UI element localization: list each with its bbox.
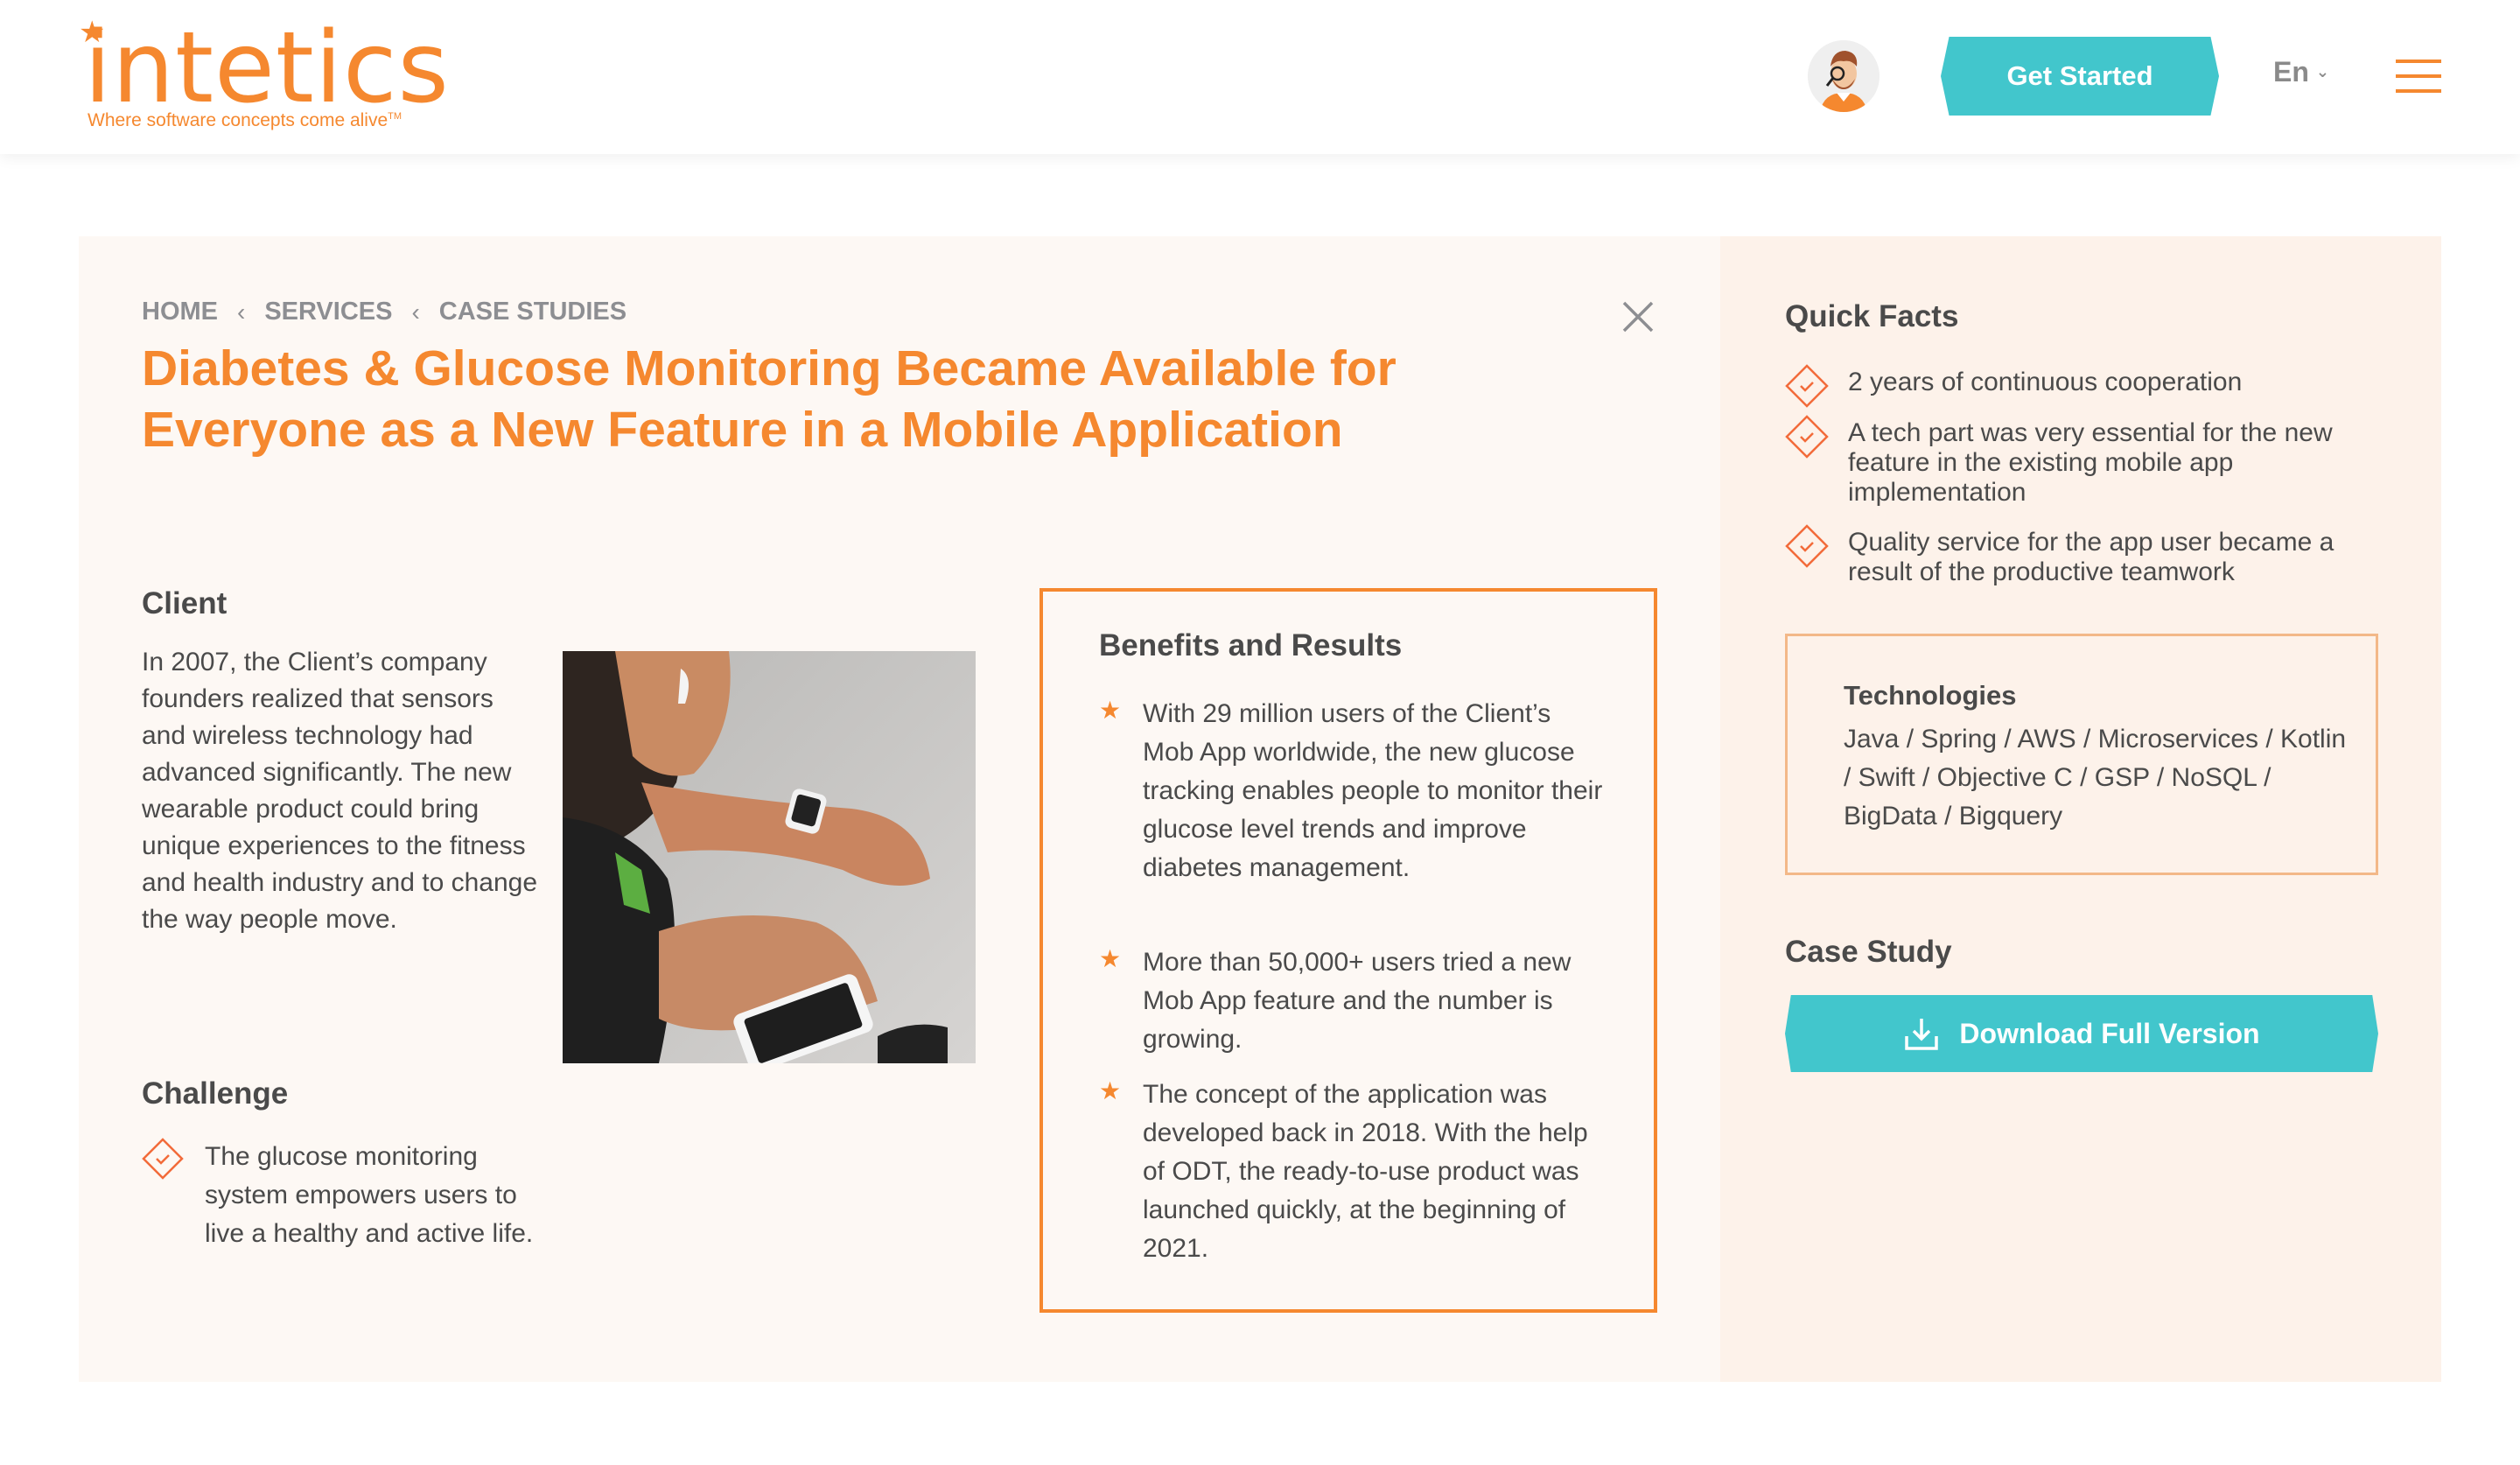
challenge-text: The glucose monitoring system empowers u… (205, 1142, 534, 1248)
technologies-box: Technologies Java / Spring / AWS / Micro… (1785, 634, 2378, 875)
diamond-check-icon (1785, 524, 1829, 568)
breadcrumb-home[interactable]: HOME (142, 298, 218, 326)
challenge-item: The glucose monitoring system empowers u… (142, 1138, 553, 1253)
diamond-check-icon (1785, 364, 1829, 408)
case-study-main-panel: HOME ‹ SERVICES ‹ CASE STUDIES Diabetes … (79, 236, 1720, 1382)
quick-fact-item: Quality service for the app user became … (1785, 524, 2380, 587)
case-study-heading: Case Study (1785, 935, 1952, 969)
technologies-heading: Technologies (1844, 680, 2017, 711)
quick-fact-item: A tech part was very essential for the n… (1785, 415, 2380, 508)
benefit-text: With 29 million users of the Client’s Mo… (1143, 699, 1603, 882)
client-description: In 2007, the Client’s company founders r… (142, 648, 538, 934)
download-label: Download Full Version (1959, 1017, 2260, 1049)
breadcrumb-case-studies[interactable]: CASE STUDIES (439, 298, 626, 326)
technologies-list: Java / Spring / AWS / Microservices / Ko… (1844, 725, 2347, 831)
quick-facts-sidebar: Quick Facts 2 years of continuous cooper… (1720, 236, 2441, 1382)
star-icon: ★ (1099, 697, 1122, 724)
logo-tagline-text: Where software concepts come alive (88, 110, 388, 130)
client-photo (563, 651, 976, 1063)
logo-tagline: Where software concepts come aliveTM (88, 110, 402, 131)
quick-fact-text: Quality service for the app user became … (1848, 528, 2334, 586)
quick-fact-text: 2 years of continuous cooperation (1848, 368, 2243, 396)
breadcrumb-separator-icon: ‹ (411, 298, 420, 326)
diamond-check-icon (142, 1138, 184, 1180)
diamond-check-icon (1785, 415, 1829, 459)
quick-fact-item: 2 years of continuous cooperation (1785, 364, 2380, 408)
breadcrumb-separator-icon: ‹ (237, 298, 246, 326)
get-started-button[interactable]: Get Started (1941, 37, 2219, 116)
challenge-heading: Challenge (142, 1076, 289, 1111)
benefits-heading: Benefits and Results (1099, 628, 1403, 662)
download-icon (1905, 1019, 1939, 1050)
benefit-item: ★ The concept of the application was dev… (1099, 1076, 1606, 1268)
language-selector[interactable]: En ⌄ (2273, 56, 2329, 88)
benefit-text: The concept of the application was devel… (1143, 1080, 1588, 1263)
star-icon: ★ (1099, 1077, 1122, 1104)
breadcrumb: HOME ‹ SERVICES ‹ CASE STUDIES (142, 298, 626, 326)
logo-wordmark: intetics (84, 11, 450, 125)
benefit-text: More than 50,000+ users tried a new Mob … (1143, 948, 1572, 1054)
breadcrumb-services[interactable]: SERVICES (264, 298, 392, 326)
close-icon[interactable] (1620, 299, 1656, 334)
page-title: Diabetes & Glucose Monitoring Became Ava… (142, 340, 1396, 458)
language-label: En (2273, 56, 2309, 88)
star-icon: ★ (1099, 945, 1122, 972)
menu-bar (2396, 60, 2441, 63)
site-header: ★ intetics Where software concepts come … (0, 0, 2520, 154)
chevron-down-icon: ⌄ (2315, 63, 2329, 81)
benefit-item: ★ With 29 million users of the Client’s … (1099, 695, 1606, 887)
trademark: TM (388, 111, 402, 122)
quick-fact-text: A tech part was very essential for the n… (1848, 418, 2333, 507)
client-heading: Client (142, 586, 228, 620)
benefits-box: Benefits and Results ★ With 29 million u… (1040, 588, 1657, 1313)
quick-facts-heading: Quick Facts (1785, 299, 1959, 333)
download-full-version-button[interactable]: Download Full Version (1785, 995, 2378, 1072)
hamburger-menu-icon[interactable] (2396, 60, 2441, 95)
support-avatar-icon[interactable] (1808, 40, 1880, 112)
intetics-logo[interactable]: ★ intetics Where software concepts come … (79, 11, 452, 137)
menu-bar (2396, 89, 2441, 93)
benefit-item: ★ More than 50,000+ users tried a new Mo… (1099, 943, 1606, 1059)
menu-bar (2396, 74, 2441, 78)
